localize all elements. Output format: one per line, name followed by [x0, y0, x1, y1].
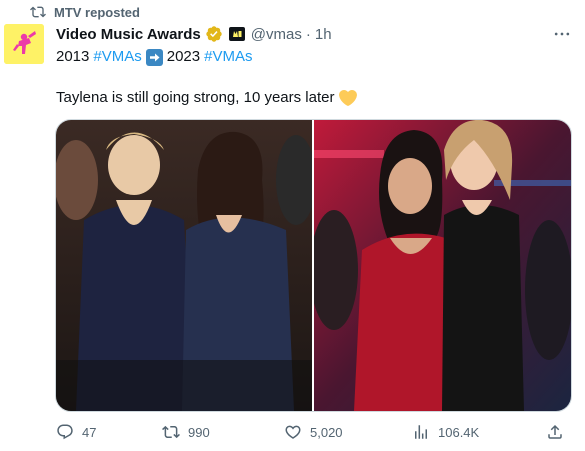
affiliate-badge-icon[interactable] — [228, 27, 245, 41]
photo-icon — [56, 120, 312, 411]
reply-icon — [57, 424, 73, 440]
views-button[interactable]: 106.4K — [412, 421, 479, 443]
vma-moonman-logo — [4, 24, 44, 64]
tweet-timestamp[interactable]: 1h — [315, 26, 332, 43]
tweet-text-line-2: Taylena is still going strong, 10 years … — [56, 88, 358, 108]
heart-icon — [285, 425, 301, 439]
views-count: 106.4K — [438, 424, 480, 440]
share-button[interactable] — [546, 421, 564, 443]
analytics-icon — [415, 425, 427, 439]
tweet-header: Video Music Awards @vmas · 1h — [56, 24, 555, 44]
photo-2023[interactable] — [314, 120, 571, 411]
repost-button[interactable]: 990 — [162, 421, 210, 443]
tweet-text-line-1: 2013 #VMAs 2023 #VMAs — [56, 47, 252, 67]
author-handle[interactable]: @vmas — [251, 26, 302, 43]
year-2023: 2023 — [166, 48, 201, 65]
repost-indicator[interactable]: MTV reposted — [30, 4, 140, 20]
photo-icon — [314, 120, 571, 411]
share-icon — [548, 424, 562, 439]
hashtag-vmas-2[interactable]: #VMAs — [204, 47, 252, 67]
hashtag-vmas-1[interactable]: #VMAs — [93, 47, 141, 67]
repost-count: 990 — [188, 424, 210, 440]
like-button[interactable]: 5,020 — [284, 421, 343, 443]
header-separator: · — [305, 25, 311, 43]
reply-count: 47 — [82, 424, 97, 440]
tweet-actions: 47 990 5,020 106.4K — [56, 421, 570, 443]
repost-icon — [162, 425, 180, 439]
repost-label: MTV reposted — [54, 4, 140, 20]
photo-2013[interactable] — [56, 120, 312, 411]
year-2013: 2013 — [56, 48, 90, 65]
avatar[interactable] — [4, 24, 44, 64]
tweet-body-text: Taylena is still going strong, 10 years … — [56, 89, 335, 106]
tweet-media[interactable] — [55, 119, 572, 412]
author-name[interactable]: Video Music Awards — [56, 26, 201, 43]
like-count: 5,020 — [310, 424, 343, 440]
yellow-heart-icon — [339, 89, 358, 107]
repost-icon — [30, 6, 46, 18]
more-options-icon[interactable] — [552, 24, 572, 44]
right-arrow-emoji-icon — [145, 48, 163, 66]
reply-button[interactable]: 47 — [56, 421, 96, 443]
verified-badge-icon[interactable] — [205, 25, 223, 43]
